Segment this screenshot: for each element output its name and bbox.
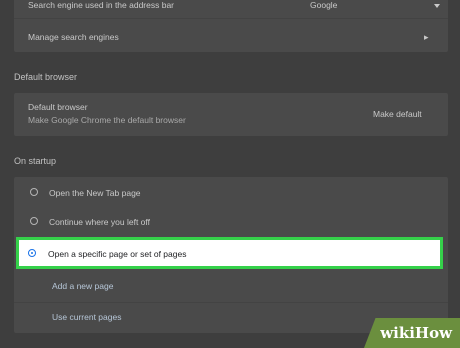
wikihow-logo-text: wikiHow [380,324,452,342]
search-engine-label: Search engine used in the address bar [28,0,175,10]
startup-option-new-tab[interactable]: Open the New Tab page [14,177,448,207]
default-browser-card: Default browser Make Google Chrome the d… [14,93,448,136]
radio-icon[interactable] [30,188,38,196]
radio-selected-icon[interactable] [28,249,36,257]
wikihow-logo: wikiHow [364,318,460,348]
add-new-page-row[interactable]: Add a new page [14,272,448,302]
dropdown-arrow-icon[interactable] [434,4,440,8]
startup-option-specific-pages[interactable]: Open a specific page or set of pages [16,237,443,269]
chevron-right-icon: ▸ [424,32,429,42]
manage-search-engines-row[interactable]: Manage search engines ▸ [14,19,448,52]
startup-option-label: Continue where you left off [49,217,150,227]
manage-search-engines-label: Manage search engines [28,32,119,42]
startup-option-label: Open a specific page or set of pages [48,249,187,259]
search-engine-select[interactable]: Google [310,0,337,10]
make-default-button[interactable]: Make default [373,109,422,119]
add-new-page-link[interactable]: Add a new page [52,281,113,291]
use-current-pages-link[interactable]: Use current pages [52,312,121,322]
default-browser-title: Default browser [28,102,88,112]
default-browser-subtitle: Make Google Chrome the default browser [28,115,186,125]
radio-icon[interactable] [30,217,38,225]
default-browser-heading: Default browser [14,72,78,82]
startup-option-continue[interactable]: Continue where you left off [14,207,448,237]
on-startup-heading: On startup [14,156,57,166]
startup-option-label: Open the New Tab page [49,188,141,198]
search-engine-card: Search engine used in the address bar Go… [14,0,448,52]
search-engine-row[interactable]: Search engine used in the address bar Go… [14,0,448,14]
